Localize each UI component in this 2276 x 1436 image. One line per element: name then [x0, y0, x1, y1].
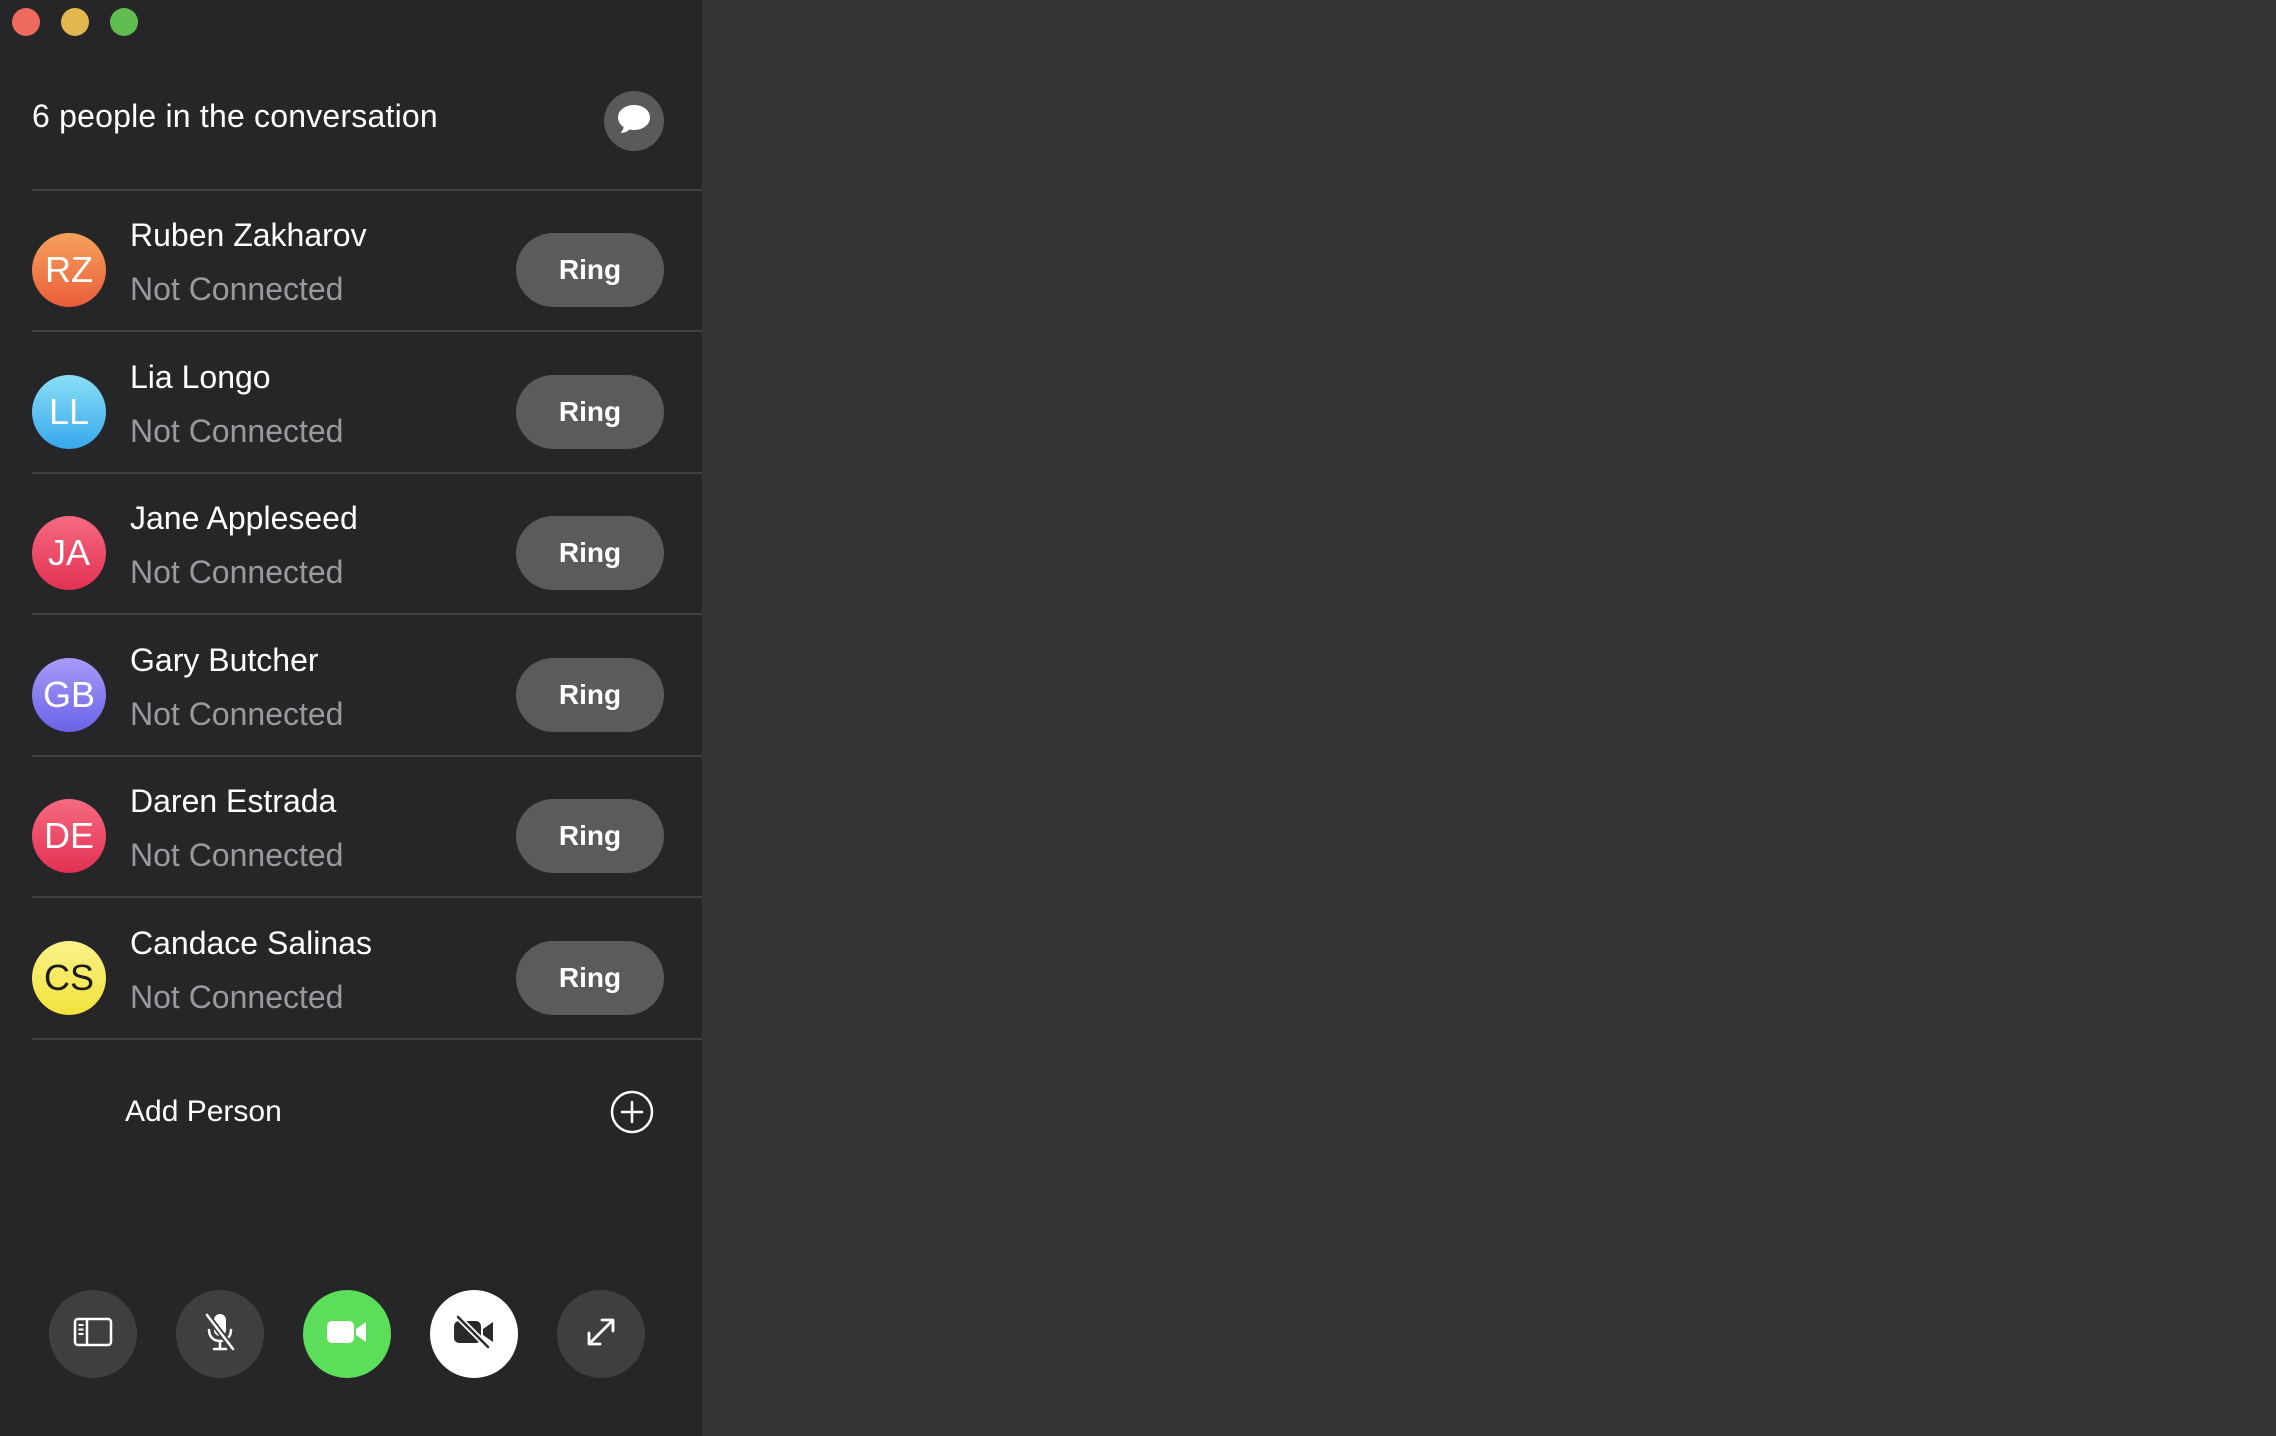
participant-name: Ruben Zakharov [130, 217, 367, 253]
sidebar-toggle-button[interactable] [49, 1290, 137, 1378]
participant-status: Not Connected [130, 979, 344, 1015]
window-minimize-button[interactable] [61, 8, 89, 36]
video-button[interactable] [303, 1290, 391, 1378]
participant-row: CS Candace Salinas Not Connected Ring [32, 899, 702, 1039]
avatar: GB [32, 657, 106, 732]
avatar: DE [32, 799, 106, 874]
avatar: RZ [32, 233, 106, 307]
messages-button[interactable] [604, 91, 664, 151]
ring-button[interactable]: Ring [516, 799, 664, 874]
conversation-count-title: 6 people in the conversation [32, 98, 438, 134]
avatar: JA [32, 516, 106, 591]
facetime-window: 6 people in the conversation RZ Ruben Zak… [0, 0, 2276, 1436]
sidebar-icon [73, 1317, 113, 1352]
participant-row: GB Gary Butcher Not Connected Ring [32, 616, 702, 756]
expand-arrows-icon [584, 1315, 618, 1354]
plus-circle-icon[interactable] [610, 1090, 654, 1134]
add-person-label[interactable]: Add Person [125, 1095, 282, 1129]
participant-status: Not Connected [130, 412, 344, 449]
participant-row: LL Lia Longo Not Connected Ring [32, 333, 702, 473]
participants-sidebar: 6 people in the conversation RZ Ruben Zak… [0, 0, 702, 1436]
participant-status: Not Connected [130, 554, 344, 591]
participant-status: Not Connected [130, 837, 344, 874]
avatar: LL [32, 374, 106, 449]
participant-status: Not Connected [130, 695, 344, 732]
avatar: CS [32, 941, 106, 1015]
window-close-button[interactable] [12, 8, 40, 36]
participant-status: Not Connected [130, 271, 344, 307]
camera-off-button[interactable] [430, 1290, 518, 1378]
video-canvas [702, 0, 2276, 1436]
video-camera-slash-icon [452, 1314, 496, 1355]
microphone-slash-icon [202, 1312, 238, 1357]
row-divider [32, 1038, 702, 1040]
window-zoom-button[interactable] [110, 8, 138, 36]
participant-row: DE Daren Estrada Not Connected Ring [32, 757, 702, 897]
participant-name: Candace Salinas [130, 925, 372, 961]
fullscreen-button[interactable] [557, 1290, 645, 1378]
participant-name: Daren Estrada [130, 783, 337, 820]
participant-name: Gary Butcher [130, 641, 319, 678]
ring-button[interactable]: Ring [516, 516, 664, 591]
ring-button[interactable]: Ring [516, 233, 664, 307]
ring-button[interactable]: Ring [516, 941, 664, 1015]
participant-row: RZ Ruben Zakharov Not Connected Ring [32, 191, 702, 331]
speech-bubble-icon [616, 103, 652, 140]
ring-button[interactable]: Ring [516, 374, 664, 449]
mute-button[interactable] [176, 1290, 264, 1378]
participant-row: JA Jane Appleseed Not Connected Ring [32, 474, 702, 614]
ring-button[interactable]: Ring [516, 657, 664, 732]
participant-name: Jane Appleseed [130, 500, 358, 537]
video-camera-icon [326, 1318, 368, 1351]
participant-name: Lia Longo [130, 358, 271, 395]
